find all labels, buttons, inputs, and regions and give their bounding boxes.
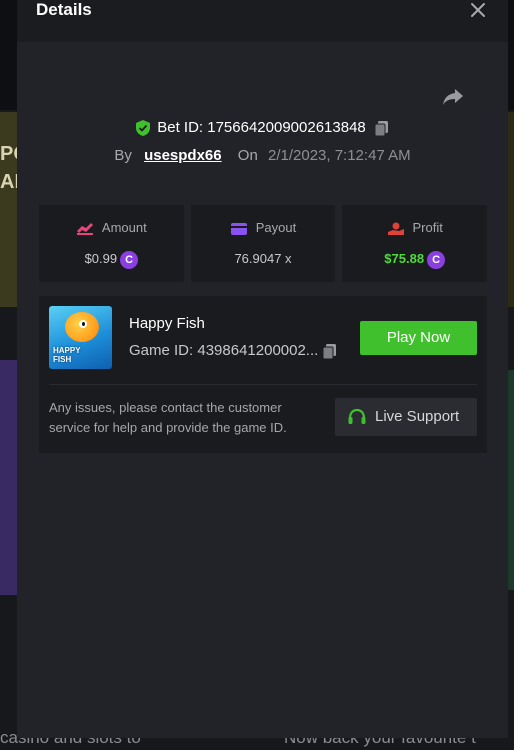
game-id-value: 4398641200002... (197, 342, 319, 359)
game-id-label: Game ID: (129, 342, 194, 359)
stat-amount: Amount $0.99 C (39, 205, 184, 282)
amount-icon (76, 222, 93, 235)
bet-id-row: Bet ID: 1756642009002613848 (17, 117, 508, 139)
divider (49, 384, 477, 385)
play-now-button[interactable]: Play Now (360, 321, 477, 355)
close-icon[interactable] (470, 2, 486, 18)
stat-amount-label: Amount (101, 220, 147, 235)
stat-payout-value: 76.9047 x (234, 251, 292, 266)
fish-eye (79, 320, 87, 328)
game-id-row: Game ID: 4398641200002... (129, 342, 338, 360)
copy-icon[interactable] (322, 343, 338, 360)
copy-icon[interactable] (374, 120, 390, 137)
game-name: Happy Fish (129, 315, 205, 332)
stat-profit: Profit $75.88 C (342, 205, 488, 282)
bet-id-value: 1756642009002613848 (207, 119, 366, 136)
stat-amount-head: Amount (39, 219, 184, 237)
username-link[interactable]: usespdx66 (144, 147, 222, 164)
coin-icon: C (427, 250, 446, 269)
share-icon[interactable] (442, 88, 464, 106)
stat-payout: Payout 76.9047 x (190, 205, 336, 282)
stat-profit-value: $75.88 (384, 251, 425, 266)
modal-title: Details (36, 0, 92, 19)
verified-shield-icon (136, 120, 151, 137)
game-thumbnail-label: HAPPY FISH (53, 346, 81, 364)
stat-amount-value-row: $0.99 C (39, 249, 184, 269)
live-support-label: Live Support (375, 408, 460, 425)
stat-profit-label: Profit (412, 220, 443, 235)
modal-header: Details (17, 0, 508, 42)
on-label: On (237, 147, 258, 164)
headset-icon (348, 408, 366, 424)
stat-profit-value-row: $75.88 C (342, 249, 487, 269)
game-thumbnail[interactable]: HAPPY FISH (49, 306, 112, 369)
stat-payout-label: Payout (255, 220, 297, 235)
stat-amount-value: $0.99 (84, 251, 118, 266)
stat-profit-head: Profit (342, 219, 487, 237)
help-text: Any issues, please contact the customer … (49, 400, 287, 435)
bet-author-row: By usespdx66 On 2/1/2023, 7:12:47 AM (17, 145, 508, 167)
live-support-button[interactable]: Live Support (335, 398, 477, 436)
by-label: By (114, 147, 132, 164)
bet-details-modal: Details Bet ID: 1756642009002613848 By u… (17, 0, 508, 738)
bet-stats: Amount $0.99 C Payout 76.9047 x Profit $… (39, 205, 488, 282)
coin-icon: C (120, 250, 139, 269)
game-card: HAPPY FISH Happy Fish Game ID: 439864120… (39, 296, 487, 453)
payout-icon (230, 222, 247, 235)
bet-date: 2/1/2023, 7:12:47 AM (267, 147, 411, 164)
bet-id-label: Bet ID: (157, 119, 204, 136)
profit-icon (387, 222, 404, 235)
stat-payout-head: Payout (191, 219, 336, 237)
background-card-purple (0, 360, 18, 595)
